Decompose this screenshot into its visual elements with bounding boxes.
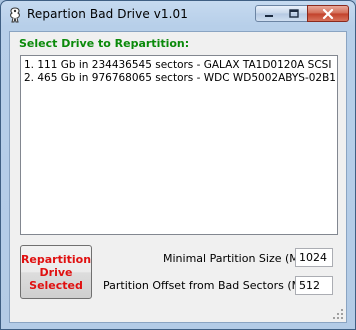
repartition-button-line-3: Selected bbox=[29, 278, 83, 292]
status-bar bbox=[10, 304, 346, 322]
min-partition-size-label: Minimal Partition Size (Mb) bbox=[163, 252, 311, 265]
min-partition-size-input[interactable] bbox=[295, 248, 333, 267]
window-title: Repartion Bad Drive v1.01 bbox=[27, 7, 189, 21]
minimize-icon bbox=[264, 14, 273, 17]
close-icon bbox=[322, 8, 334, 19]
drive-listbox[interactable]: 1. 111 Gb in 234436545 sectors - GALAX T… bbox=[20, 55, 338, 235]
list-item-drive-2[interactable]: 2. 465 Gb in 976768065 sectors - WDC WD5… bbox=[24, 72, 337, 84]
resize-grip-icon[interactable] bbox=[332, 308, 344, 320]
app-window: Repartion Bad Drive v1.01 Select Drive t… bbox=[0, 0, 356, 330]
list-item-drive-1[interactable]: 1. 111 Gb in 234436545 sectors - GALAX T… bbox=[24, 59, 331, 71]
title-bar[interactable]: Repartion Bad Drive v1.01 bbox=[1, 1, 355, 29]
client-area: Select Drive to Repartition: 1. 111 Gb i… bbox=[9, 31, 347, 323]
partition-offset-label: Partition Offset from Bad Sectors (Mb) bbox=[103, 279, 313, 292]
close-button[interactable] bbox=[307, 5, 349, 22]
repartition-button-line-1: Repartition bbox=[20, 252, 92, 266]
minimize-button[interactable] bbox=[255, 5, 282, 22]
repartition-button-line-2: Drive bbox=[39, 265, 73, 279]
partition-offset-input[interactable] bbox=[295, 276, 333, 295]
maximize-icon bbox=[289, 9, 299, 18]
maximize-button[interactable] bbox=[281, 5, 308, 22]
repartition-drive-button[interactable]: Repartition Drive Selected bbox=[20, 245, 92, 299]
select-drive-label: Select Drive to Repartition: bbox=[19, 37, 190, 50]
app-icon bbox=[10, 7, 20, 23]
